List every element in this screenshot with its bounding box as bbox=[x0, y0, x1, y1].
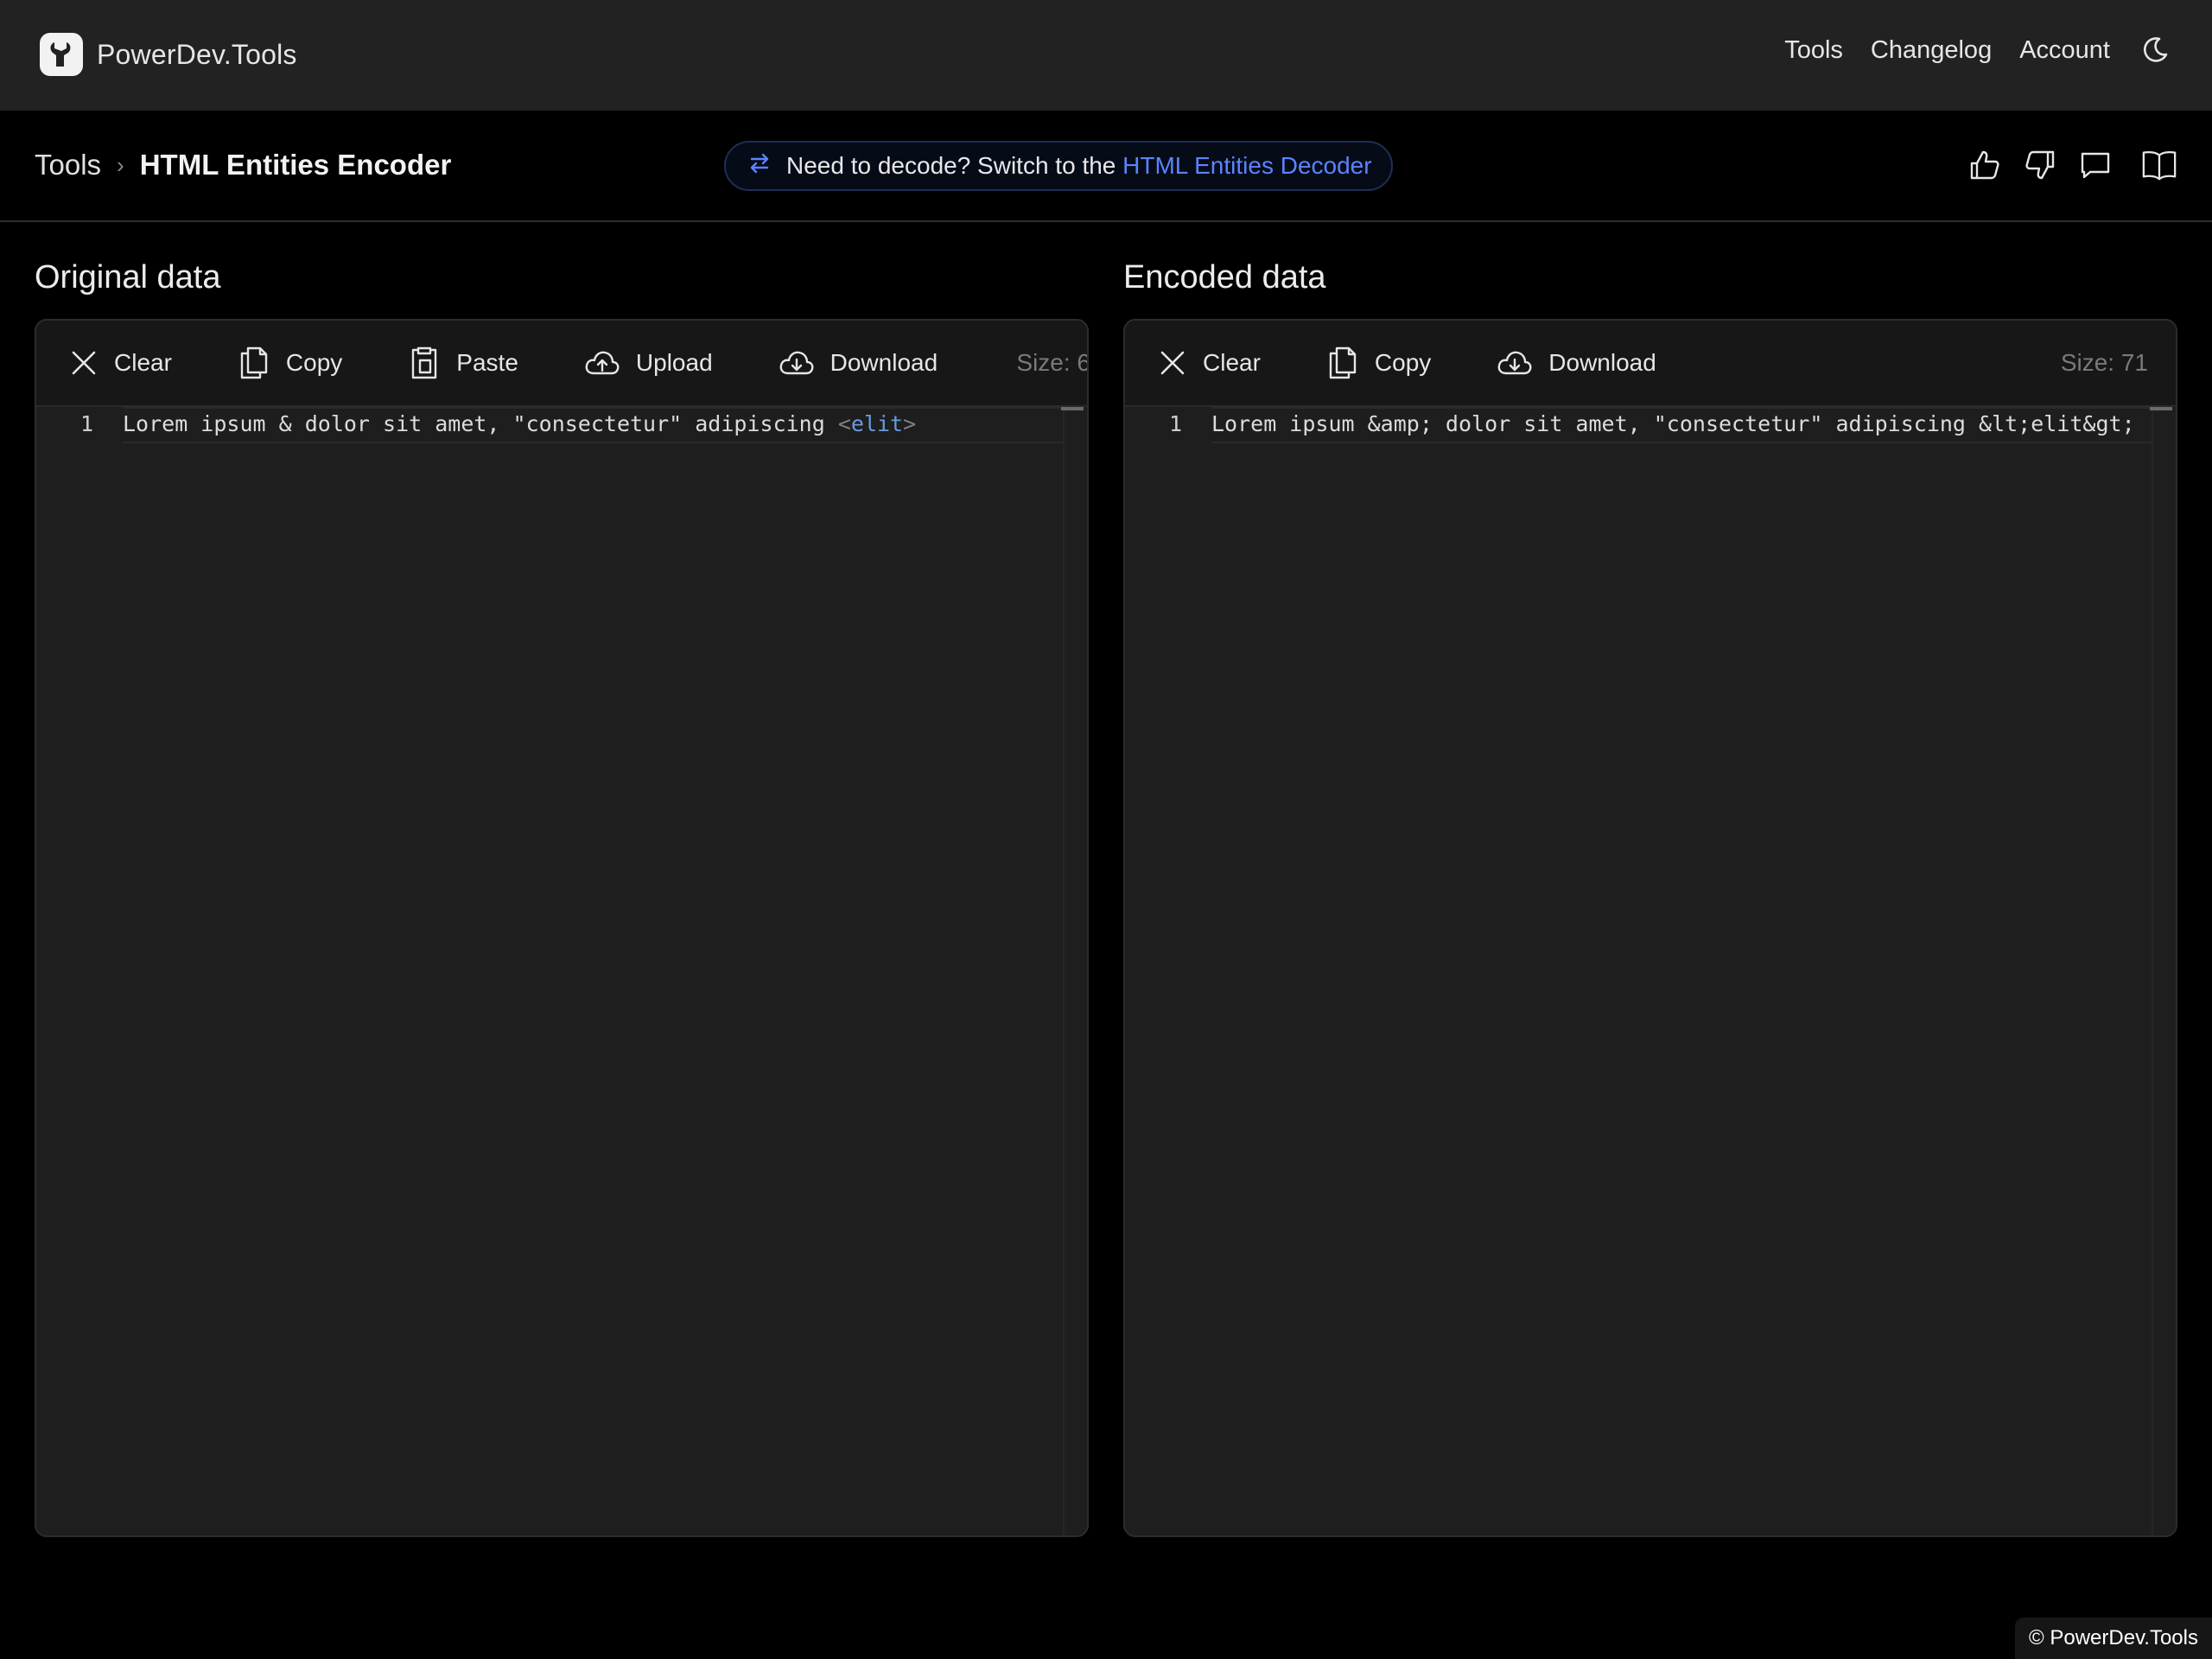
tool-header: Tools › HTML Entities Encoder Need to de… bbox=[0, 111, 2212, 222]
code-line: 1 Lorem ipsum &amp; dolor sit amet, "con… bbox=[1125, 407, 2176, 442]
thumbs-up-icon[interactable] bbox=[1967, 147, 2003, 183]
encoded-data-title: Encoded data bbox=[1123, 259, 1326, 296]
encoded-size-label: Size: 71 bbox=[2060, 349, 2148, 376]
clipboard-icon bbox=[412, 346, 437, 379]
encoded-toolbar: Clear Copy Download Size: 71 bbox=[1125, 321, 2176, 407]
brand[interactable]: PowerDev.Tools bbox=[40, 33, 297, 76]
scroll-indicator bbox=[2150, 407, 2172, 410]
top-navbar: PowerDev.Tools Tools Changelog Account bbox=[0, 0, 2212, 111]
original-download-button[interactable]: Download bbox=[779, 347, 938, 378]
original-clear-button[interactable]: Clear bbox=[69, 348, 172, 378]
switch-notice: Need to decode? Switch to the HTML Entit… bbox=[724, 141, 1393, 191]
original-paste-button[interactable]: Paste bbox=[408, 345, 518, 381]
encoded-copy-button[interactable]: Copy bbox=[1326, 345, 1431, 381]
original-editor[interactable]: 1 Lorem ipsum & dolor sit amet, "consect… bbox=[36, 407, 1087, 1535]
original-size-label: Size: 6 bbox=[1016, 349, 1089, 376]
code-line: 1 Lorem ipsum & dolor sit amet, "consect… bbox=[36, 407, 1087, 442]
page-title: HTML Entities Encoder bbox=[139, 149, 452, 181]
copyright-badge: © PowerDev.Tools bbox=[2015, 1618, 2212, 1659]
cloud-download-icon bbox=[1497, 351, 1532, 375]
brand-name: PowerDev.Tools bbox=[97, 38, 297, 70]
swap-arrows-icon bbox=[747, 150, 772, 182]
original-data-title: Original data bbox=[35, 259, 221, 296]
wrench-logo-icon bbox=[40, 33, 83, 76]
thumbs-down-icon[interactable] bbox=[2022, 147, 2058, 183]
editor-scrollbar[interactable] bbox=[2150, 407, 2176, 1535]
original-toolbar: Clear Copy Paste Upload Download Size: 6 bbox=[36, 321, 1087, 407]
nav-account-link[interactable]: Account bbox=[2019, 36, 2110, 65]
original-data-panel: Clear Copy Paste Upload Download Size: 6 bbox=[35, 319, 1089, 1537]
cloud-download-icon bbox=[779, 351, 814, 375]
encoded-download-button[interactable]: Download bbox=[1497, 347, 1656, 378]
editor-scrollbar[interactable] bbox=[1061, 407, 1087, 1535]
chevron-right-icon: › bbox=[117, 151, 124, 178]
line-number: 1 bbox=[79, 411, 93, 436]
switch-notice-text: Need to decode? Switch to the bbox=[786, 152, 1116, 179]
line-text: Lorem ipsum & dolor sit amet, "consectet… bbox=[123, 411, 917, 436]
encoded-clear-button[interactable]: Clear bbox=[1158, 348, 1261, 378]
nav-changelog-link[interactable]: Changelog bbox=[1871, 36, 1992, 65]
nav-tools-link[interactable]: Tools bbox=[1784, 36, 1843, 65]
main-content: Tools › HTML Entities Encoder Need to de… bbox=[0, 111, 2212, 1659]
line-text: Lorem ipsum &amp; dolor sit amet, "conse… bbox=[1211, 411, 2135, 436]
decoder-link[interactable]: HTML Entities Decoder bbox=[1122, 152, 1371, 179]
book-icon[interactable] bbox=[2141, 147, 2177, 183]
breadcrumb: Tools › HTML Entities Encoder bbox=[35, 149, 451, 181]
original-copy-button[interactable]: Copy bbox=[238, 345, 342, 381]
original-upload-button[interactable]: Upload bbox=[584, 347, 713, 378]
line-number: 1 bbox=[1168, 411, 1182, 436]
encoded-data-panel: Clear Copy Download Size: 71 1 Lorem ips… bbox=[1123, 319, 2177, 1537]
encoded-editor[interactable]: 1 Lorem ipsum &amp; dolor sit amet, "con… bbox=[1125, 407, 2176, 1535]
cloud-upload-icon bbox=[585, 351, 620, 375]
copy-icon bbox=[1329, 346, 1357, 379]
comment-icon[interactable] bbox=[2077, 147, 2113, 183]
close-icon bbox=[1160, 351, 1185, 375]
scroll-indicator bbox=[1061, 407, 1084, 410]
feedback-actions bbox=[1967, 147, 2177, 183]
close-icon bbox=[72, 351, 96, 375]
moon-icon[interactable] bbox=[2138, 33, 2172, 67]
copy-icon bbox=[240, 346, 268, 379]
breadcrumb-tools-link[interactable]: Tools bbox=[35, 149, 101, 181]
nav-links: Tools Changelog Account bbox=[1784, 33, 2172, 67]
